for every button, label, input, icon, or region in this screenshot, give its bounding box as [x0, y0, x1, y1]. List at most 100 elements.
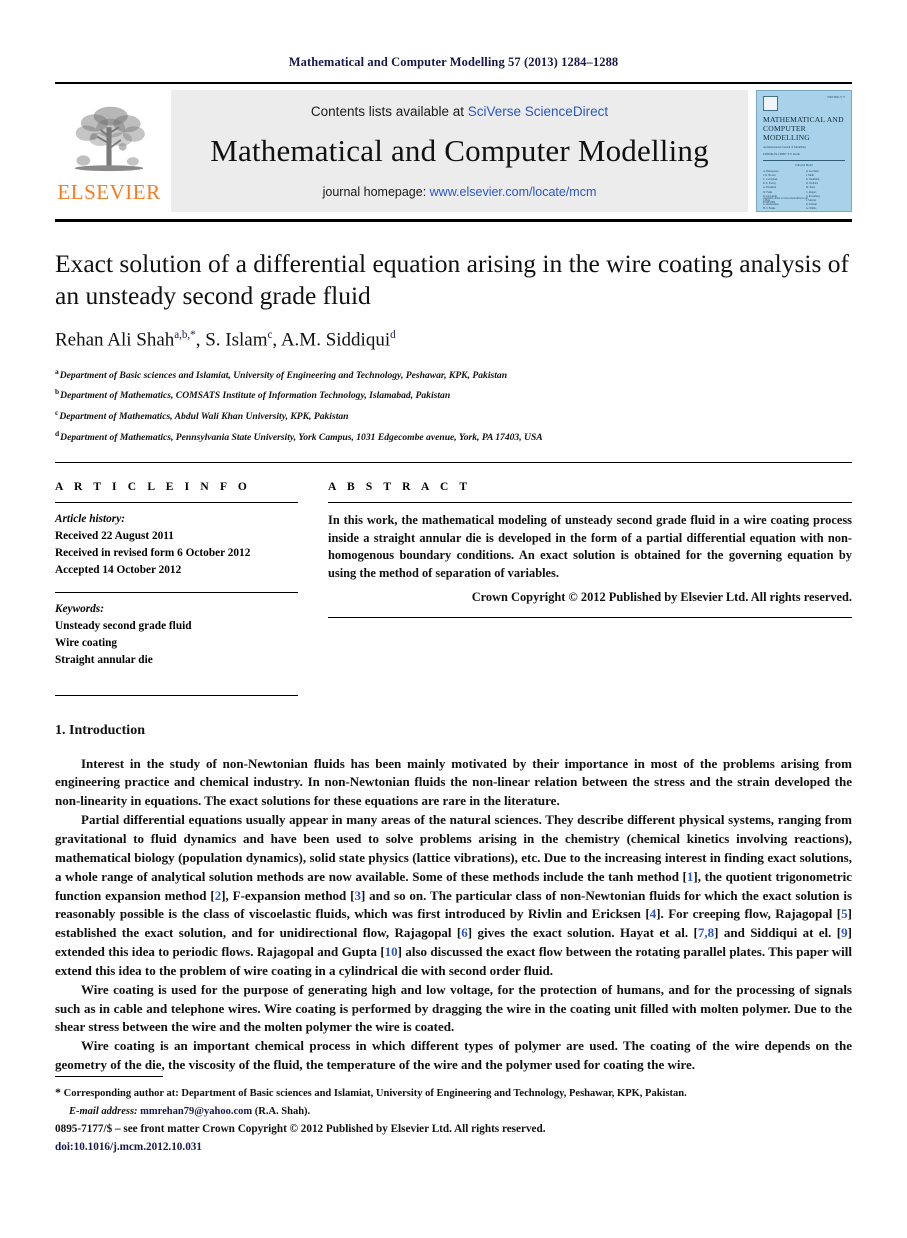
article-history-label: Article history: [55, 513, 125, 526]
cover-subtitle-2: EDITOR-IN-CHIEF: E.Y. Rodin [763, 153, 800, 157]
affiliation-mark: c [55, 408, 59, 418]
cover-top-row: ISSN 0895-7177 [763, 96, 845, 111]
section-heading-introduction: 1. Introduction [55, 722, 145, 738]
journal-masthead: ELSEVIER Contents lists available at Sci… [55, 90, 852, 212]
citation-ref[interactable]: 10 [385, 944, 398, 959]
homepage-prefix: journal homepage: [322, 184, 430, 199]
affiliation-text: Department of Mathematics, Pennsylvania … [60, 432, 543, 444]
cover-subtitle-1: An International Journal of Modelling [763, 145, 806, 149]
abstract-text: In this work, the mathematical modeling … [328, 513, 852, 580]
article-info-rule [55, 502, 298, 504]
abstract-bottom-rule [328, 616, 852, 618]
article-info-column: A R T I C L E I N F O Article history: R… [55, 481, 298, 696]
footnote-rule [55, 1076, 163, 1077]
column-gap [298, 481, 328, 696]
affiliation-text: Department of Basic sciences and Islamia… [59, 369, 508, 381]
sciencedirect-link[interactable]: SciVerse ScienceDirect [468, 104, 608, 119]
citation-ref[interactable]: 7,8 [698, 925, 714, 940]
homepage-line: journal homepage: www.elsevier.com/locat… [323, 185, 597, 199]
article-history-group: Article history: Received 22 August 2011… [55, 511, 298, 579]
journal-homepage-link[interactable]: www.elsevier.com/locate/mcm [430, 185, 597, 199]
cover-title: MATHEMATICAL AND COMPUTER MODELLING [763, 115, 844, 142]
history-item: Received in revised form 6 October 2012 [55, 547, 251, 560]
author-name: S. Islam [205, 329, 268, 351]
email-link[interactable]: mmrehan79@yahoo.com [140, 1106, 252, 1117]
author-name: Rehan Ali Shah [55, 329, 175, 351]
paragraph: Wire coating is used for the purpose of … [55, 981, 852, 1035]
running-head: Mathematical and Computer Modelling 57 (… [288, 55, 619, 69]
article-info-bottom-rule [55, 694, 298, 696]
elsevier-logo: ELSEVIER [55, 90, 163, 212]
abstract-column: A B S T R A C T In this work, the mathem… [328, 481, 852, 696]
page-title: Exact solution of a differential equatio… [55, 249, 850, 311]
affiliation-mark: b [55, 387, 60, 397]
affiliation-mark: d [55, 429, 60, 439]
body-text: Interest in the study of non-Newtonian f… [55, 755, 852, 1075]
corresponding-author-mark: * [55, 1085, 61, 1099]
page-footer: 0895-7177/$ – see front matter Crown Cop… [55, 1121, 852, 1157]
paragraph: Interest in the study of non-Newtonian f… [55, 755, 852, 809]
keywords-group: Keywords: Unsteady second grade fluid Wi… [55, 601, 298, 669]
corresponding-author-text: Corresponding author at: Department of B… [63, 1088, 687, 1099]
affiliation-list: aDepartment of Basic sciences and Islami… [55, 365, 852, 449]
footnote-block: * Corresponding author at: Department of… [55, 1082, 852, 1122]
affiliation-item: dDepartment of Mathematics, Pennsylvania… [55, 427, 852, 448]
cover-board-col-right: R. Lucchetti J. Mohr K. Neumann D. Nicho… [806, 170, 820, 211]
affiliation-item: cDepartment of Mathematics, Abdul Wali K… [55, 406, 852, 427]
author-affil-marks: d [390, 329, 396, 342]
article-info-label: A R T I C L E I N F O [55, 481, 251, 494]
cover-footer-right: ELSEVIER [763, 201, 776, 205]
para-part: ]. For creeping flow, Rajagopal [ [656, 906, 842, 922]
affiliation-mark: a [55, 366, 59, 376]
journal-band: Contents lists available at SciVerse Sci… [171, 90, 748, 212]
contents-prefix: Contents lists available at [310, 103, 468, 119]
cover-board-col-left: A. Bensoussan J. D. Brown C. Cercignani … [763, 170, 779, 211]
doi-link[interactable]: doi:10.1016/j.mcm.2012.10.031 [55, 1139, 852, 1157]
info-abstract-row: A R T I C L E I N F O Article history: R… [55, 481, 852, 696]
cover-badge-icon [763, 96, 778, 111]
paper-page: Mathematical and Computer Modelling 57 (… [0, 0, 907, 1238]
email-label: E-mail address: [69, 1106, 138, 1118]
cover-board-heading: Editorial Board [795, 164, 813, 168]
email-suffix: (R.A. Shah). [254, 1106, 311, 1118]
para-part: ] gives the exact solution. Hayat et al.… [467, 925, 698, 941]
title-block: Exact solution of a differential equatio… [55, 248, 852, 448]
journal-title: Mathematical and Computer Modelling [210, 132, 709, 168]
author-affil-marks: a,b,* [174, 329, 196, 342]
history-item: Accepted 14 October 2012 [55, 563, 182, 576]
cover-top-right: ISSN 0895-7177 [827, 96, 845, 99]
author-list: Rehan Ali Shaha,b,*, S. Islamc, A.M. Sid… [55, 329, 852, 351]
cover-footer: Available online at www.sciencedirect.co… [763, 197, 845, 205]
header-rule [55, 82, 852, 84]
paragraph: Wire coating is an important chemical pr… [55, 1038, 852, 1073]
abstract-copyright: Crown Copyright © 2012 Published by Else… [471, 589, 852, 604]
affiliation-item: aDepartment of Basic sciences and Islami… [55, 365, 852, 386]
author-separator: , [195, 329, 206, 351]
cover-divider [763, 160, 845, 162]
abstract-label: A B S T R A C T [328, 481, 472, 494]
elsevier-tree-icon [74, 106, 145, 172]
affiliation-text: Department of Mathematics, Abdul Wali Kh… [59, 411, 349, 423]
history-item: Received 22 August 2011 [55, 530, 174, 543]
elsevier-wordmark: ELSEVIER [57, 180, 161, 204]
para-part: ] and Siddiqui at el. [ [714, 925, 842, 941]
keywords-label: Keywords: [55, 602, 104, 615]
issn-line: 0895-7177/$ – see front matter Crown Cop… [55, 1123, 546, 1135]
para-part: ], F-expansion method [ [221, 887, 355, 903]
affiliation-item: bDepartment of Mathematics, COMSATS Inst… [55, 385, 852, 406]
paragraph-with-citations: Partial differential equations usually a… [55, 811, 852, 981]
author-name: A.M. Siddiqui [280, 329, 391, 351]
journal-cover-thumbnail: ISSN 0895-7177 MATHEMATICAL AND COMPUTER… [756, 90, 852, 212]
affiliation-text: Department of Mathematics, COMSATS Insti… [60, 390, 451, 402]
masthead-rule [55, 219, 852, 222]
contents-line: Contents lists available at SciVerse Sci… [311, 104, 608, 119]
author-separator: , [272, 329, 281, 351]
keyword-item: Unsteady second grade fluid [55, 619, 192, 632]
email-note: E-mail address: mmrehan79@yahoo.com (R.A… [55, 1103, 852, 1121]
keywords-rule [55, 591, 298, 593]
cover-board-columns: A. Bensoussan J. D. Brown C. Cercignani … [763, 170, 845, 211]
keyword-item: Straight annular die [55, 653, 153, 666]
abstract-rule [328, 502, 852, 504]
title-block-rule [55, 462, 852, 464]
corresponding-author-note: * Corresponding author at: Department of… [55, 1082, 852, 1103]
